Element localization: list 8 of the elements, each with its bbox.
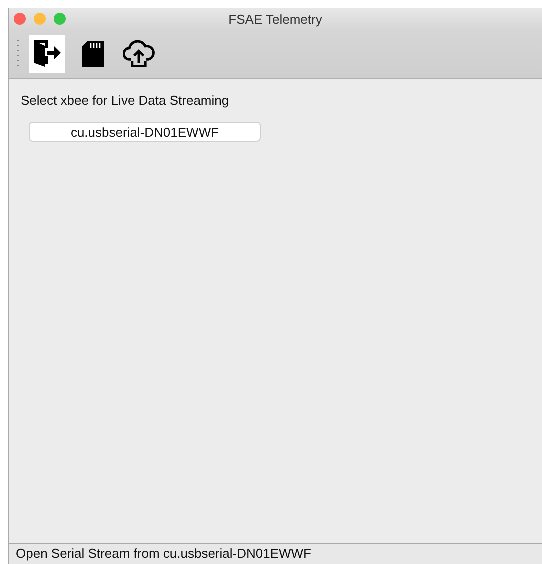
device-button[interactable]: cu.usbserial-DN01EWWF xyxy=(29,122,261,142)
status-bar: Open Serial Stream from cu.usbserial-DN01EWWF xyxy=(9,543,542,564)
sd-card-icon xyxy=(80,39,106,69)
door-exit-icon xyxy=(31,38,63,70)
toolbar-button[interactable] xyxy=(29,35,65,73)
cloud-upload-icon xyxy=(123,38,155,70)
window-title: FSAE Telemetry xyxy=(228,12,324,26)
select-label: Select xbee for Live Data Streaming xyxy=(21,93,230,108)
